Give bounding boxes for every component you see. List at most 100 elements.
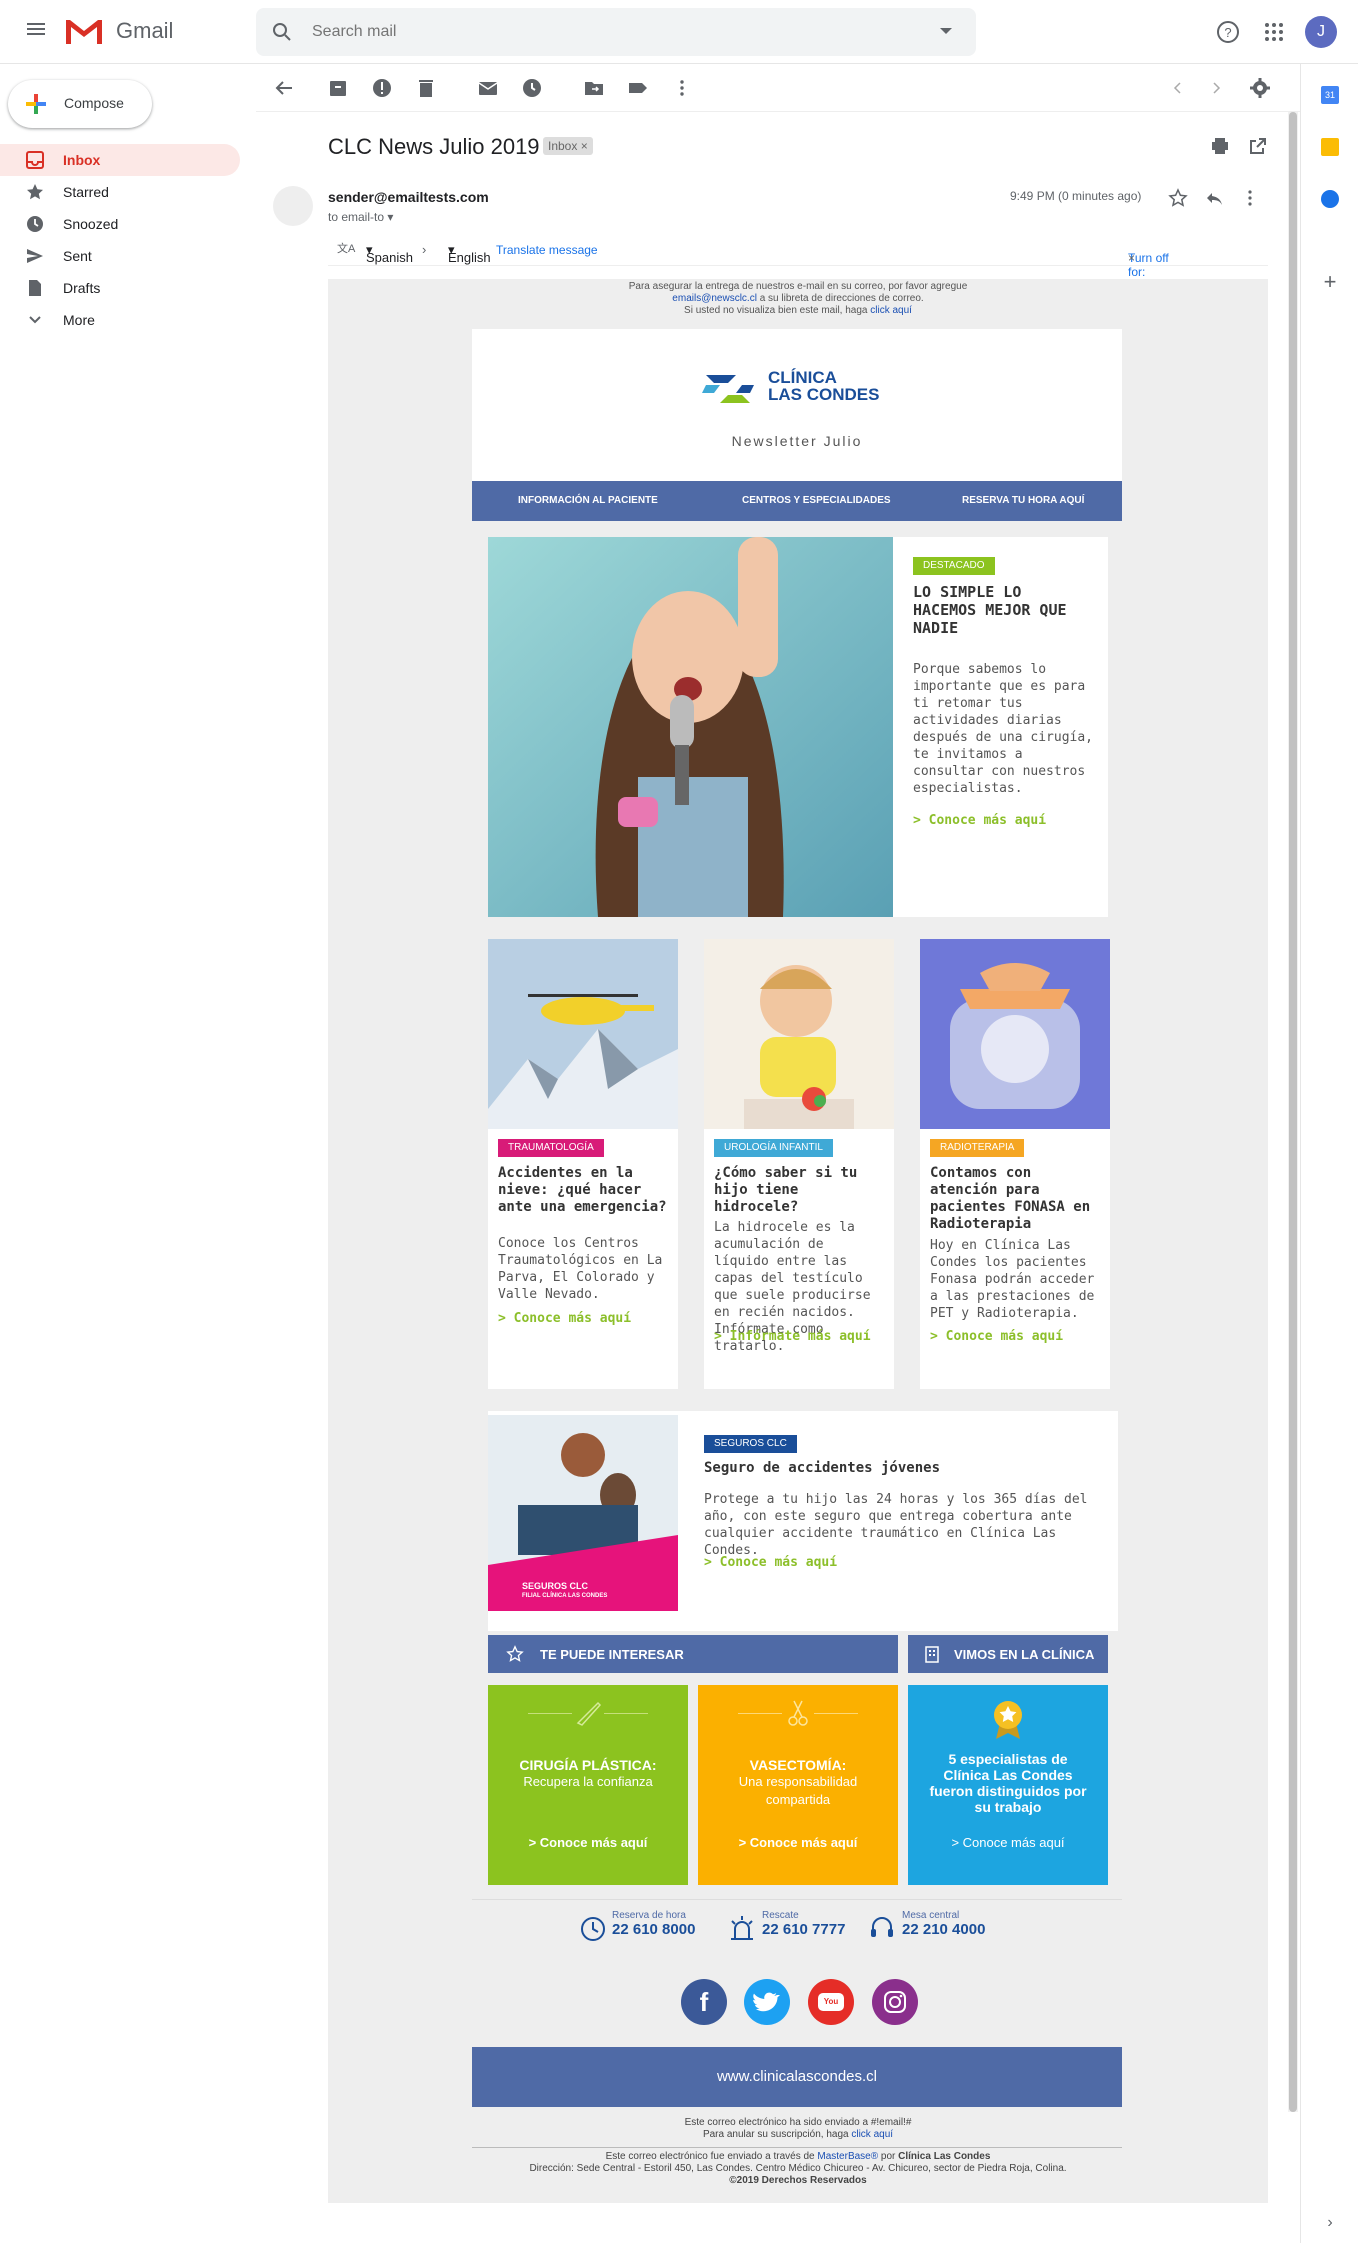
recipient-line[interactable]: to email-to ▾	[328, 210, 393, 224]
back-arrow-icon[interactable]	[272, 76, 296, 100]
message-toolbar	[256, 64, 1300, 112]
preheader-line: Para asegurar la entrega de nuestros e-m…	[628, 281, 968, 292]
clinica-logo-icon[interactable]	[700, 365, 756, 413]
contact-label: Reserva de hora	[612, 1910, 686, 1921]
newer-chevron-icon[interactable]	[1166, 76, 1190, 100]
article-read-more-link[interactable]: > Conoce más aquí	[930, 1329, 1063, 1344]
sidebar-item-inbox[interactable]: Inbox	[0, 144, 240, 176]
promo-tile-plastic-surgery[interactable]: CIRUGÍA PLÁSTICA: Recupera la confianza >…	[488, 1685, 688, 1885]
source-language-select[interactable]: Spanish ▾	[366, 242, 413, 265]
sidebar-item-snoozed[interactable]: Snoozed	[0, 208, 240, 240]
more-options-icon[interactable]	[670, 76, 694, 100]
close-icon[interactable]: ×	[581, 139, 588, 153]
archive-icon[interactable]	[326, 76, 350, 100]
article-title[interactable]: ¿Cómo saber si tu hijo tiene hidrocele?	[714, 1165, 884, 1216]
promo-tile-vasectomy[interactable]: VASECTOMÍA: Una responsabilidad compartid…	[698, 1685, 898, 1885]
app-name[interactable]: Gmail	[116, 18, 173, 44]
sidebar-item-drafts[interactable]: Drafts	[0, 272, 240, 304]
close-icon[interactable]: ×	[1128, 251, 1135, 265]
keep-icon[interactable]	[1321, 138, 1339, 156]
gmail-logo[interactable]	[64, 16, 104, 48]
chevron-right-icon: ›	[422, 242, 427, 257]
view-online-link[interactable]: click aquí	[870, 305, 912, 316]
scrollbar-thumb[interactable]	[1289, 112, 1297, 2112]
menu-link-centers[interactable]: CENTROS Y ESPECIALIDADES	[742, 495, 891, 506]
report-spam-icon[interactable]	[370, 76, 394, 100]
scrollbar[interactable]	[1288, 112, 1298, 2112]
website-link[interactable]: www.clinicalascondes.cl	[472, 2047, 1122, 2107]
search-input[interactable]	[312, 20, 872, 44]
older-chevron-icon[interactable]	[1204, 76, 1228, 100]
article-title[interactable]: Accidentes en la nieve: ¿qué hacer ante …	[498, 1165, 668, 1216]
twitter-icon[interactable]	[744, 1979, 790, 2025]
article-read-more-link[interactable]: > Infórmate más aquí	[714, 1329, 871, 1344]
masterbase-link[interactable]: MasterBase®	[817, 2151, 878, 2162]
label-icon[interactable]	[626, 76, 650, 100]
radiotherapy-image[interactable]	[920, 939, 1110, 1129]
print-icon[interactable]	[1210, 136, 1230, 156]
brand-wordmark[interactable]: CLÍNICA LAS CONDES	[768, 369, 879, 403]
contact-switchboard[interactable]: Mesa central 22 210 4000	[902, 1910, 985, 1939]
target-language-select[interactable]: English ▾	[448, 242, 491, 265]
hero-title[interactable]: LO SIMPLE LO HACEMOS MEJOR QUE NADIE	[913, 583, 1093, 637]
recipient-label: to email-to	[328, 210, 385, 224]
preheader-email-link[interactable]: emails@newsclc.cl	[672, 293, 757, 304]
reply-icon[interactable]	[1204, 188, 1224, 208]
menu-icon[interactable]	[24, 20, 48, 44]
hero-read-more-link[interactable]: > Conoce más aquí	[913, 813, 1046, 828]
article-card: UROLOGÍA INFANTIL ¿Cómo saber si tu hijo…	[704, 939, 894, 1389]
settings-gear-icon[interactable]	[1248, 76, 1272, 100]
translate-bar: 文A Spanish ▾ › English ▾ Translate messa…	[328, 234, 1268, 293]
tile-link[interactable]: > Conoce más aquí	[698, 1835, 898, 1850]
search-icon[interactable]	[270, 20, 294, 44]
account-avatar[interactable]: J	[1305, 16, 1337, 48]
youtube-icon[interactable]: You	[808, 1979, 854, 2025]
sidebar-item-starred[interactable]: Starred	[0, 176, 240, 208]
star-icon[interactable]	[1168, 188, 1188, 208]
menu-link-patient-info[interactable]: INFORMACIÓN AL PACIENTE	[518, 495, 658, 506]
delete-icon[interactable]	[414, 76, 438, 100]
inbox-label-chip[interactable]: Inbox ×	[543, 137, 593, 155]
sender-email[interactable]: sender@emailtests.com	[328, 189, 489, 205]
help-icon[interactable]: ?	[1214, 18, 1242, 46]
tile-content: VASECTOMÍA: Una responsabilidad compartid…	[718, 1757, 878, 1809]
sidebar-item-sent[interactable]: Sent	[0, 240, 240, 272]
article-title[interactable]: Contamos con atención para pacientes FON…	[930, 1165, 1106, 1233]
baby-image[interactable]	[704, 939, 894, 1129]
snooze-icon[interactable]	[520, 76, 544, 100]
email-subject: CLC News Julio 2019	[328, 134, 540, 159]
insurance-title[interactable]: Seguro de accidentes jóvenes	[704, 1459, 1104, 1477]
instagram-icon[interactable]	[872, 1979, 918, 2025]
tasks-icon[interactable]	[1321, 190, 1339, 208]
tile-link[interactable]: > Conoce más aquí	[488, 1835, 688, 1850]
chevron-right-icon[interactable]: ›	[1321, 2214, 1339, 2232]
tile-link[interactable]: > Conoce más aquí	[908, 1835, 1108, 1850]
search-bar[interactable]	[256, 8, 976, 56]
facebook-icon[interactable]: f	[681, 1979, 727, 2025]
menu-link-book[interactable]: RESERVA TU HORA AQUÍ	[962, 495, 1084, 506]
sidebar-item-more[interactable]: More	[0, 304, 240, 336]
add-addon-icon[interactable]: +	[1321, 271, 1339, 293]
mark-unread-icon[interactable]	[476, 76, 500, 100]
hero-article: DESTACADO LO SIMPLE LO HACEMOS MEJOR QUE…	[488, 537, 1108, 917]
translate-message-link[interactable]: Translate message	[496, 243, 598, 257]
insurance-read-more-link[interactable]: > Conoce más aquí	[704, 1555, 837, 1570]
article-read-more-link[interactable]: > Conoce más aquí	[498, 1311, 631, 1326]
helicopter-image[interactable]	[488, 939, 678, 1129]
promo-tile-specialists[interactable]: 5 especialistas de Clínica Las Condes fu…	[908, 1685, 1108, 1885]
calendar-icon[interactable]: 31	[1321, 86, 1339, 104]
contact-rescue[interactable]: Rescate 22 610 7777	[762, 1910, 845, 1939]
more-options-icon[interactable]	[1240, 188, 1260, 208]
apps-icon[interactable]	[1260, 18, 1288, 46]
compose-button[interactable]: Compose	[8, 80, 152, 128]
move-to-icon[interactable]	[582, 76, 606, 100]
fine-print-line: ©2019 Derechos Reservados	[729, 2175, 867, 2186]
chevron-down-icon[interactable]: ▾	[387, 210, 393, 224]
hero-image[interactable]	[488, 537, 893, 917]
contact-booking[interactable]: Reserva de hora 22 610 8000	[612, 1910, 695, 1939]
search-options-icon[interactable]	[940, 28, 952, 34]
tile-content: 5 especialistas de Clínica Las Condes fu…	[928, 1751, 1088, 1815]
open-in-new-window-icon[interactable]	[1248, 136, 1268, 156]
sender-avatar[interactable]	[273, 186, 313, 226]
unsubscribe-link[interactable]: click aquí	[851, 2129, 893, 2140]
